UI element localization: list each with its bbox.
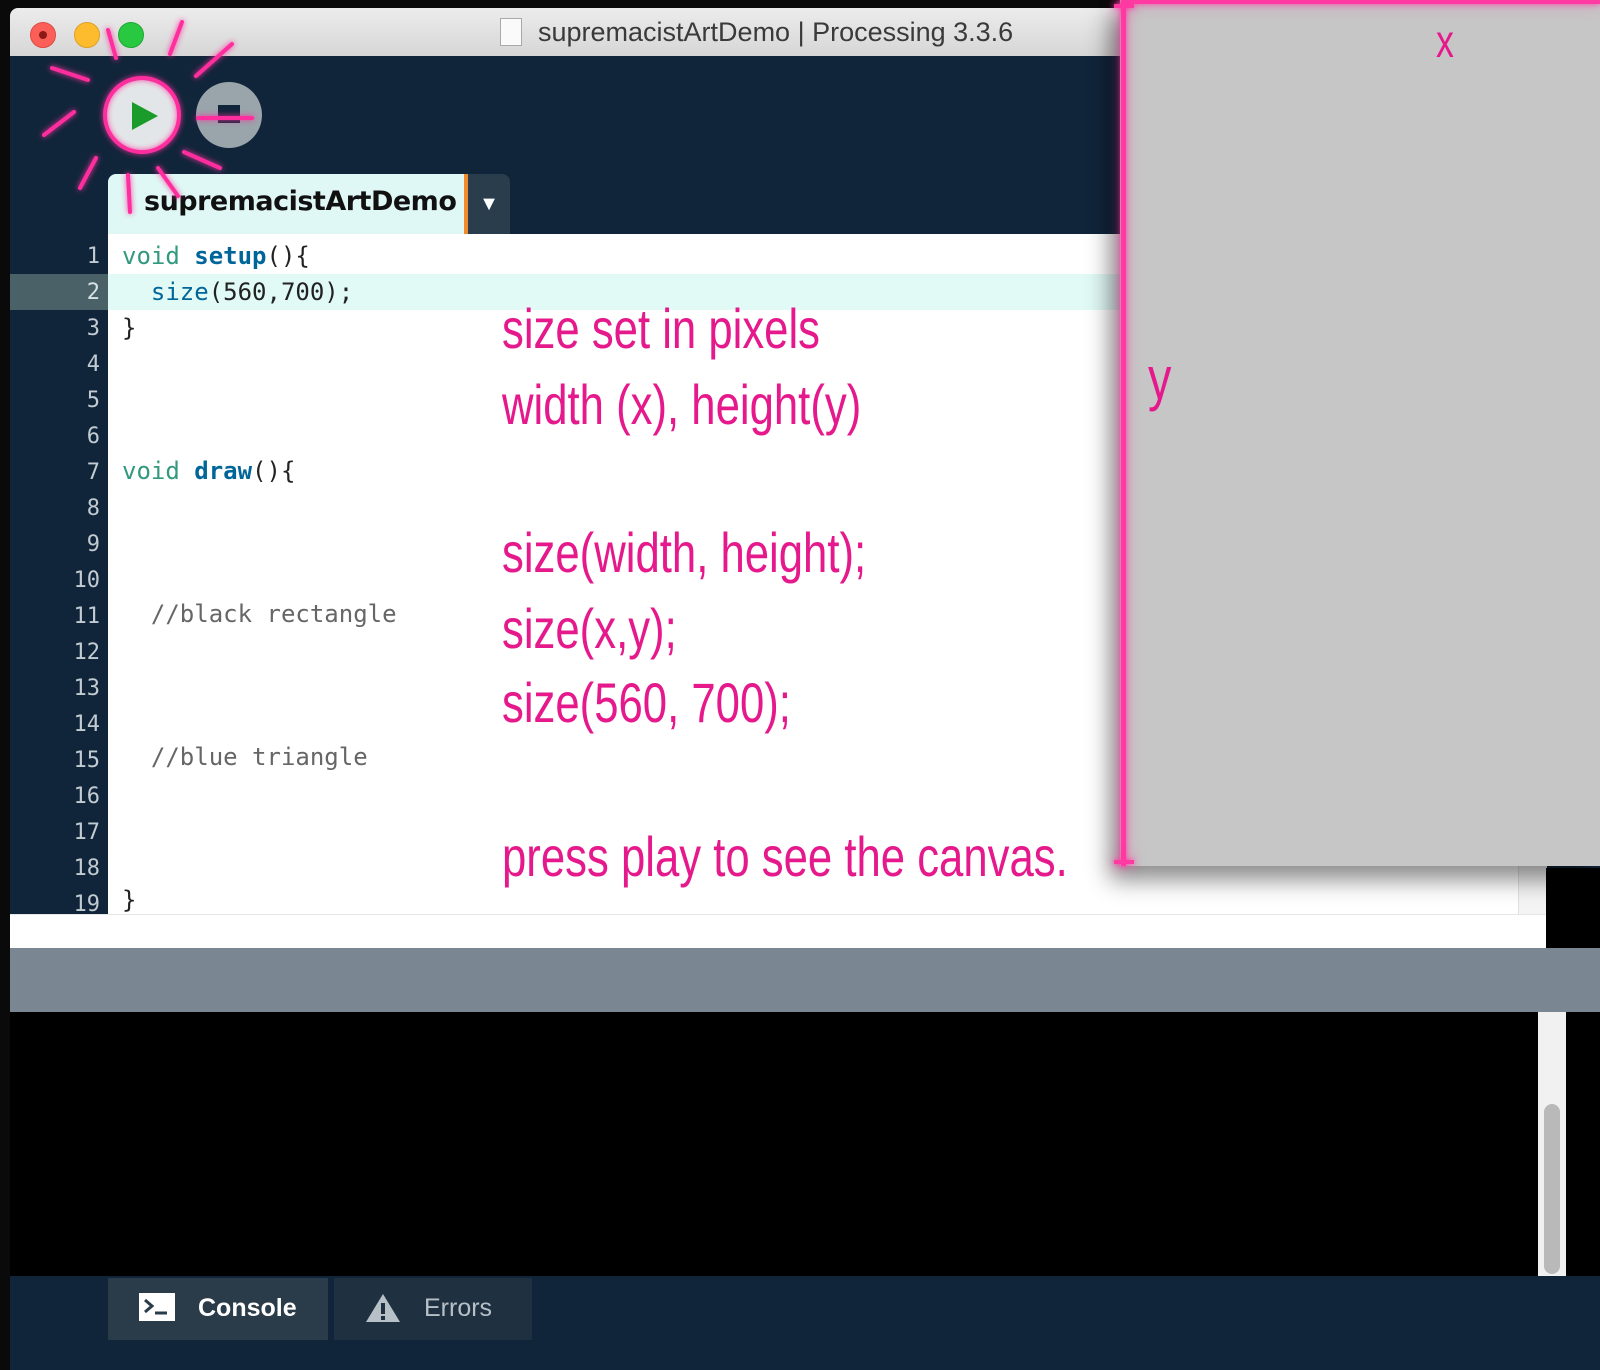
status-bar <box>10 948 1600 1012</box>
y-axis-label: y <box>1148 345 1172 412</box>
tab-errors[interactable]: Errors <box>334 1278 532 1340</box>
scrollbar-thumb[interactable] <box>1544 1104 1560 1274</box>
line-number: 2 <box>86 280 100 305</box>
document-icon <box>500 18 522 46</box>
code-line: void draw(){ <box>122 457 296 485</box>
console-tab-label: Console <box>198 1294 297 1322</box>
annotation-text: size set in pixels <box>502 297 821 360</box>
annotation-text: size(560, 700); <box>502 671 791 734</box>
line-number: 14 <box>73 712 101 737</box>
annotation-text: size(width, height); <box>502 521 867 584</box>
line-number: 13 <box>73 676 101 701</box>
tab-menu-button[interactable]: ▼ <box>468 174 510 234</box>
height-bracket-line <box>1121 0 1126 866</box>
code-comment: //blue triangle <box>122 743 368 771</box>
code-line: } <box>122 886 137 914</box>
code-line: } <box>122 314 137 342</box>
line-number: 11 <box>73 604 101 629</box>
line-number: 18 <box>73 856 101 881</box>
line-number: 5 <box>86 388 100 413</box>
line-number: 16 <box>73 784 101 809</box>
height-bracket-end <box>1114 860 1134 864</box>
line-number: 3 <box>86 316 100 341</box>
errors-tab-label: Errors <box>424 1294 493 1322</box>
line-number: 7 <box>86 460 100 485</box>
line-number: 10 <box>73 568 101 593</box>
triangle-down-icon: ▼ <box>479 193 499 215</box>
line-number: 4 <box>86 352 100 377</box>
line-number: 17 <box>73 820 101 845</box>
width-bracket-line <box>1121 0 1600 4</box>
console-scrollbar[interactable] <box>1538 1012 1566 1276</box>
play-highlight-sparks <box>42 20 254 214</box>
window-title: supremacistArtDemo | Processing 3.3.6 <box>538 17 1014 47</box>
code-line: size(560,700); <box>150 278 354 306</box>
annotation-text: size(x,y); <box>502 597 677 660</box>
line-number: 12 <box>73 640 101 665</box>
editor-bottom-area <box>10 914 1600 949</box>
warning-icon <box>366 1294 400 1322</box>
annotation-text: press play to see the canvas. <box>502 825 1068 888</box>
annotation-text: width (x), height(y) <box>502 373 862 436</box>
line-number: 15 <box>73 748 101 773</box>
x-axis-label: x <box>1436 15 1454 67</box>
code-comment: //black rectangle <box>122 600 397 628</box>
height-bracket-start <box>1114 4 1134 8</box>
terminal-icon <box>139 1293 175 1321</box>
console-output <box>10 1012 1600 1276</box>
line-number: 6 <box>86 424 100 449</box>
sketch-canvas-window <box>1120 0 1600 866</box>
tab-console[interactable]: Console <box>108 1278 328 1340</box>
line-number: 9 <box>86 532 100 557</box>
line-number: 8 <box>86 496 100 521</box>
